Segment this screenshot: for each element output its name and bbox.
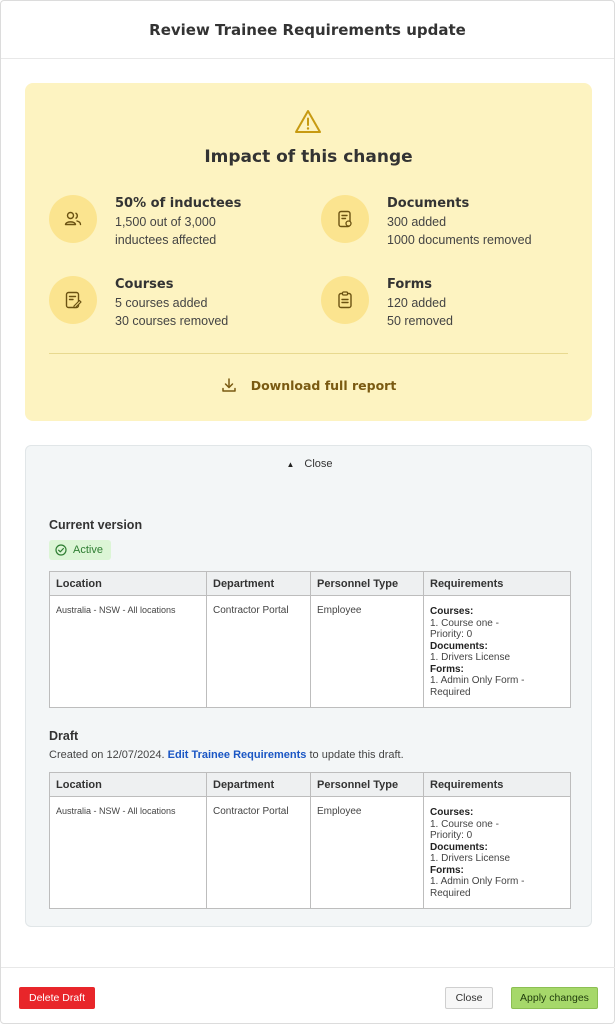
- stat-icon-circle: [321, 276, 369, 324]
- delete-draft-button[interactable]: Delete Draft: [19, 987, 95, 1009]
- requirements-cell: Courses: 1. Course one - Priority: 0 Doc…: [423, 796, 571, 909]
- req-documents-label: Documents:: [430, 841, 488, 853]
- stat-line: inductees affected: [115, 233, 217, 247]
- req-document-item: 1. Drivers License: [430, 652, 511, 663]
- impact-divider: [49, 353, 568, 354]
- column-header: Personnel Type: [310, 772, 424, 797]
- req-courses-label: Courses:: [430, 807, 474, 818]
- requirements-cell: Courses: 1. Course one - Priority: 0 Doc…: [423, 595, 571, 708]
- impact-title: Impact of this change: [204, 147, 413, 167]
- stat-title: 50% of inductees: [115, 196, 242, 211]
- impact-panel: Impact of this change 50% of inductees 1…: [25, 83, 592, 421]
- stat-inductees: 50% of inductees 1,500 out of 3,000 indu…: [49, 195, 241, 249]
- stat-icon-circle: [49, 195, 97, 243]
- current-requirements-table: Location Department Personnel Type Requi…: [49, 571, 571, 708]
- column-header: Location: [49, 571, 207, 596]
- department-cell: Contractor Portal: [206, 796, 311, 909]
- apply-changes-button[interactable]: Apply changes: [511, 987, 598, 1009]
- check-circle-icon: [55, 544, 67, 556]
- stat-line: 5 courses added: [115, 296, 208, 310]
- req-forms-label: Forms:: [430, 864, 464, 876]
- users-icon: [64, 211, 82, 226]
- column-header: Department: [206, 772, 311, 797]
- versions-panel: ▲ Close Current version Active Location …: [25, 445, 592, 927]
- stat-line: 30 courses removed: [115, 314, 229, 328]
- column-header: Requirements: [423, 772, 571, 797]
- caret-up-icon: ▲: [286, 459, 295, 469]
- document-icon: [338, 210, 352, 228]
- department-cell: Contractor Portal: [206, 595, 311, 708]
- stat-line: 300 added: [387, 215, 447, 229]
- column-header: Requirements: [423, 571, 571, 596]
- review-modal: Review Trainee Requirements update Impac…: [0, 0, 615, 1024]
- location-cell: Australia - NSW - All locations: [49, 796, 207, 909]
- modal-title: Review Trainee Requirements update: [149, 20, 466, 39]
- download-icon: [221, 378, 236, 392]
- table-row: Australia - NSW - All locations Contract…: [49, 796, 571, 909]
- req-course-priority: Priority: 0: [430, 830, 473, 841]
- req-form-required: Required: [430, 686, 471, 698]
- draft-note-suffix: to update this draft.: [309, 749, 404, 761]
- column-header: Personnel Type: [310, 571, 424, 596]
- download-label: Download full report: [250, 377, 397, 393]
- draft-title: Draft: [49, 729, 79, 743]
- table-header-row: Location Department Personnel Type Requi…: [49, 772, 571, 797]
- stat-documents: Documents 300 added 1000 documents remov…: [321, 195, 532, 249]
- stat-line: 1000 documents removed: [387, 233, 532, 247]
- download-report-button[interactable]: Download full report: [25, 377, 592, 393]
- column-header: Location: [49, 772, 207, 797]
- stat-line: 120 added: [387, 296, 447, 310]
- table-row: Australia - NSW - All locations Contract…: [49, 595, 571, 708]
- edit-trainee-requirements-link[interactable]: Edit Trainee Requirements: [168, 749, 307, 761]
- stat-title: Courses: [115, 277, 174, 292]
- personnel-cell: Employee: [310, 595, 424, 708]
- req-courses-label: Courses:: [430, 606, 474, 617]
- stat-icon-circle: [49, 276, 97, 324]
- stat-forms: Forms 120 added 50 removed: [321, 276, 453, 330]
- req-documents-label: Documents:: [430, 640, 488, 652]
- req-course-item: 1. Course one -: [430, 818, 499, 830]
- stat-title: Forms: [387, 277, 432, 292]
- personnel-cell: Employee: [310, 796, 424, 909]
- table-header-row: Location Department Personnel Type Requi…: [49, 571, 571, 596]
- stat-line: 50 removed: [387, 314, 454, 328]
- modal-header: Review Trainee Requirements update: [1, 1, 614, 59]
- stat-courses: Courses 5 courses added 30 courses remov…: [49, 276, 228, 330]
- form-icon: [338, 291, 352, 309]
- stat-icon-circle: [321, 195, 369, 243]
- current-version-title: Current version: [49, 518, 143, 532]
- column-header: Department: [206, 571, 311, 596]
- modal-footer: Delete Draft Close Apply changes: [1, 967, 615, 1024]
- stat-line: 1,500 out of 3,000: [115, 215, 216, 229]
- warning-icon: [295, 110, 321, 133]
- status-badge: Active: [49, 540, 111, 560]
- req-form-item: 1. Admin Only Form -: [430, 876, 525, 887]
- collapse-label: Close: [304, 458, 333, 470]
- req-form-required: Required: [430, 887, 471, 899]
- draft-note: Created on 12/07/2024. Edit Trainee Requ…: [49, 749, 404, 761]
- course-icon: [65, 291, 82, 309]
- req-course-item: 1. Course one -: [430, 617, 499, 629]
- status-badge-label: Active: [73, 544, 103, 556]
- draft-note-prefix: Created on 12/07/2024.: [49, 749, 165, 761]
- req-document-item: 1. Drivers License: [430, 853, 511, 864]
- req-course-priority: Priority: 0: [430, 629, 473, 640]
- stat-title: Documents: [387, 196, 470, 211]
- req-form-item: 1. Admin Only Form -: [430, 675, 525, 686]
- collapse-toggle[interactable]: ▲ Close: [26, 458, 593, 470]
- draft-requirements-table: Location Department Personnel Type Requi…: [49, 772, 571, 909]
- location-cell: Australia - NSW - All locations: [49, 595, 207, 708]
- req-forms-label: Forms:: [430, 663, 464, 675]
- close-button[interactable]: Close: [445, 987, 493, 1009]
